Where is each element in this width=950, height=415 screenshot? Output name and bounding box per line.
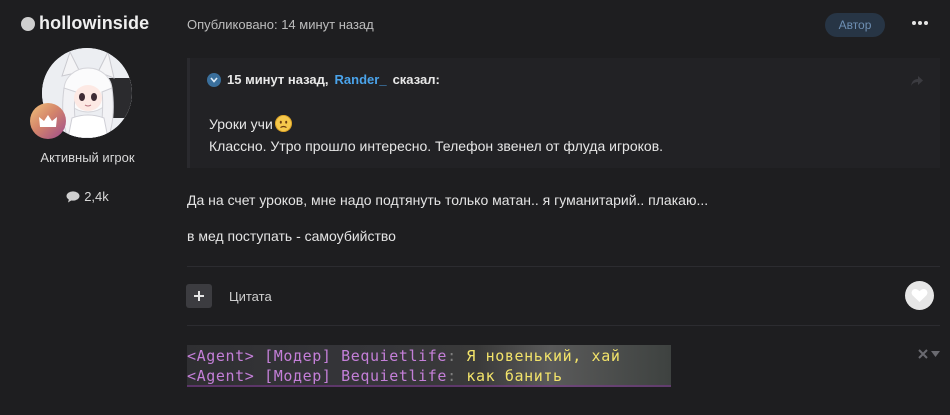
signature-line-2: <Agent> [Модер] Bequietlife: как банить: [187, 367, 563, 385]
chevron-circle-icon[interactable]: [207, 72, 221, 87]
sig-name: Bequietlife: [341, 367, 448, 385]
signature-controls[interactable]: [918, 349, 940, 359]
sig-sep: :: [447, 347, 457, 365]
sig-message: Я новенький, хай: [466, 347, 621, 365]
plus-icon: [194, 291, 204, 301]
quote-button-label[interactable]: Цитата: [229, 289, 272, 304]
rank-badge: [30, 103, 66, 139]
rank-label: Активный игрок: [40, 150, 135, 165]
signature-line-1: <Agent> [Модер] Bequietlife: Я новенький…: [187, 347, 620, 365]
sig-sep: :: [447, 367, 457, 385]
ellipsis-icon[interactable]: [912, 21, 932, 29]
sig-name: Bequietlife: [341, 347, 448, 365]
chevron-down-icon[interactable]: [931, 351, 940, 357]
worried-face-emoji-icon: [274, 115, 292, 132]
quote-time: 15 минут назад,: [227, 72, 329, 87]
share-arrow-icon[interactable]: [910, 74, 924, 92]
quote-said: сказал:: [392, 72, 440, 87]
quote-header: 15 минут назад, Rander_ сказал:: [207, 72, 440, 87]
signature-image: <Agent> [Модер] Bequietlife: Я новенький…: [187, 345, 671, 387]
post-count-value: 2,4k: [84, 189, 109, 204]
author-badge: Автор: [825, 13, 885, 37]
quote-line-1: Уроки учи: [209, 115, 292, 132]
add-quote-button[interactable]: [186, 284, 212, 308]
comment-bubble-icon: [66, 190, 80, 202]
post-divider: [187, 266, 940, 267]
post-count: 2,4k: [0, 189, 175, 204]
sig-tag: <Agent>: [187, 347, 255, 365]
author-panel: hollowinside Активный игрок 2,4k: [0, 0, 175, 415]
sig-mod: [Модер]: [264, 367, 332, 385]
post-date[interactable]: Опубликовано: 14 минут назад: [187, 17, 374, 32]
username-row[interactable]: hollowinside: [21, 13, 149, 34]
like-button[interactable]: [905, 281, 934, 310]
close-icon[interactable]: [918, 349, 928, 359]
quote-line-1-text: Уроки учи: [209, 115, 273, 132]
sig-tag: <Agent>: [187, 367, 255, 385]
crown-icon: [39, 115, 57, 127]
sig-mod: [Модер]: [264, 347, 332, 365]
signature-divider: [187, 325, 940, 326]
sig-message: как банить: [466, 367, 563, 385]
author-username[interactable]: hollowinside: [39, 13, 149, 34]
quote-line-2: Классно. Утро прошло интересно. Телефон …: [209, 138, 664, 154]
sig-cutoff-line: [187, 385, 671, 387]
post-paragraph-2: в мед поступать - самоубийство: [187, 228, 396, 244]
quote-block: 15 минут назад, Rander_ сказал: Уроки уч…: [187, 58, 940, 168]
status-dot-icon: [21, 16, 35, 31]
quote-author-link[interactable]: Rander_: [335, 72, 387, 87]
heart-icon: [911, 289, 928, 302]
post-paragraph-1: Да на счет уроков, мне надо подтянуть то…: [187, 192, 709, 208]
